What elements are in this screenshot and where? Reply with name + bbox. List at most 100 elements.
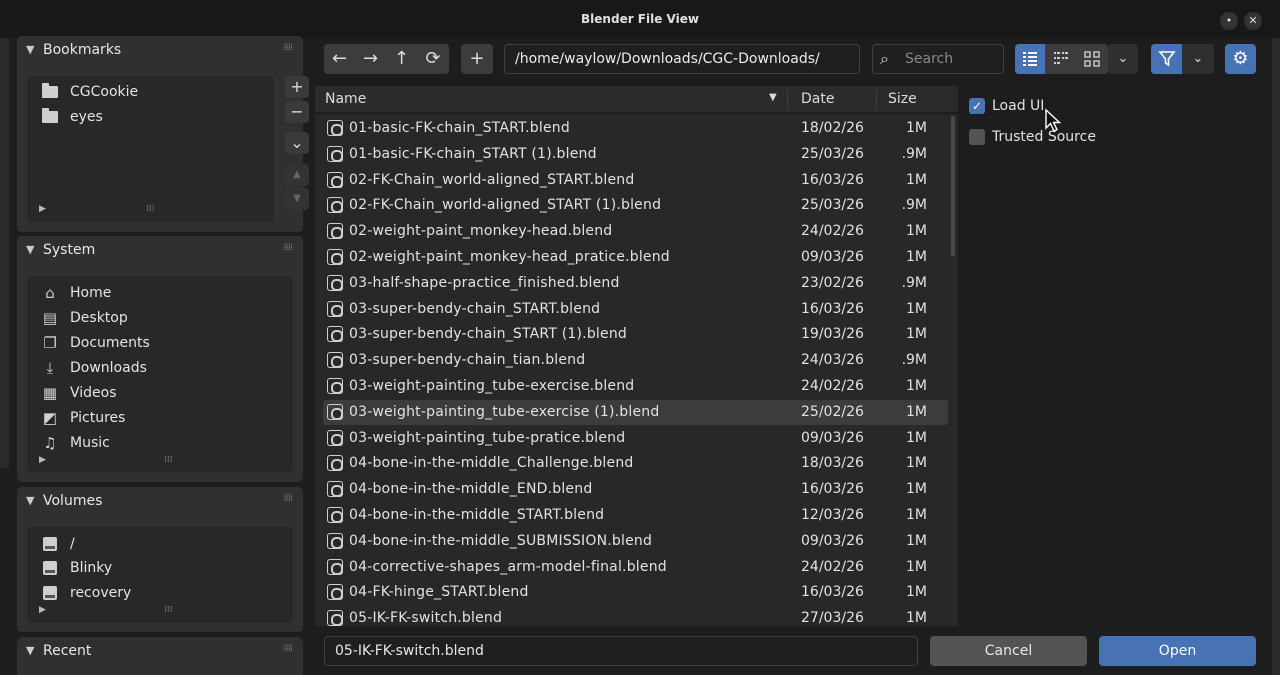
title-bar: Blender File View • ✕ bbox=[0, 0, 1280, 38]
file-row[interactable]: 03-weight-painting_tube-pratice.blend 09/… bbox=[323, 426, 948, 451]
remove-bookmark-button[interactable]: − bbox=[285, 101, 309, 123]
file-name: 03-super-bendy-chain_tian.blend bbox=[349, 352, 586, 369]
filter-icon bbox=[1157, 51, 1176, 67]
image-icon: ◩ bbox=[42, 409, 58, 427]
file-row[interactable]: 03-weight-painting_tube-exercise (1).ble… bbox=[323, 399, 948, 425]
volume-item[interactable]: / bbox=[41, 533, 75, 555]
resize-grip-icon[interactable]: ⁞⁞⁞ bbox=[146, 204, 155, 214]
file-size: .9M bbox=[901, 145, 927, 162]
column-size[interactable]: Size bbox=[888, 91, 917, 107]
file-size: 1M bbox=[906, 378, 927, 394]
close-button[interactable]: ✕ bbox=[1244, 12, 1262, 30]
thumbnails-button[interactable] bbox=[1076, 44, 1108, 74]
expand-arrow-icon[interactable]: ▶ bbox=[39, 605, 46, 615]
drive-icon bbox=[41, 536, 59, 552]
file-row[interactable]: 04-bone-in-the-middle_Challenge.blend 18/… bbox=[323, 451, 948, 476]
column-divider[interactable] bbox=[876, 89, 877, 109]
file-row[interactable]: 05-IK-FK-switch.blend 27/03/26 1M bbox=[323, 606, 948, 626]
drag-handle-icon[interactable]: ⁞⁞⁞⁞ bbox=[283, 242, 293, 253]
load-ui-checkbox[interactable]: ✓ bbox=[969, 98, 985, 114]
file-row[interactable]: 04-FK-hinge_START.blend 16/03/26 1M bbox=[323, 580, 948, 605]
column-divider[interactable] bbox=[787, 89, 788, 109]
drag-handle-icon[interactable]: ⁞⁞⁞⁞ bbox=[283, 42, 293, 53]
trusted-source-checkbox[interactable] bbox=[969, 129, 985, 145]
file-row[interactable]: 03-super-bendy-chain_tian.blend 24/03/26.… bbox=[323, 348, 948, 373]
file-row[interactable]: 01-basic-FK-chain_START.blend 18/02/26 1M bbox=[323, 116, 948, 141]
file-row[interactable]: 03-weight-painting_tube-exercise.blend 24… bbox=[323, 374, 948, 399]
blend-file-icon bbox=[327, 429, 343, 446]
bookmarks-panel: ▼ Bookmarks ⁞⁞⁞⁞ CGCookie eyes ▶ ⁞⁞⁞ + −… bbox=[17, 36, 309, 232]
file-name: 02-FK-Chain_world-aligned_START.blend bbox=[349, 171, 635, 188]
file-row[interactable]: 02-weight-paint_monkey-head.blend 24/02/2… bbox=[323, 219, 948, 244]
display-dropdown[interactable]: ⌄ bbox=[1108, 44, 1138, 74]
file-size: 1M bbox=[906, 120, 927, 136]
parent-directory-button[interactable]: ↑ bbox=[386, 44, 417, 74]
settings-button[interactable]: ⚙ bbox=[1225, 44, 1256, 74]
file-row[interactable]: 02-weight-paint_monkey-head_pratice.blen… bbox=[323, 245, 948, 270]
system-item-downloads[interactable]: ⤓ Downloads bbox=[41, 357, 147, 379]
file-row[interactable]: 04-bone-in-the-middle_END.blend 16/03/26 1… bbox=[323, 477, 948, 502]
column-name[interactable]: Name bbox=[325, 91, 366, 107]
folder-icon bbox=[41, 83, 59, 100]
new-folder-button[interactable]: + bbox=[461, 44, 493, 74]
volume-item[interactable]: Blinky bbox=[41, 557, 112, 579]
resize-grip-icon[interactable]: ⁞⁞⁞ bbox=[164, 455, 173, 465]
filter-dropdown[interactable]: ⌄ bbox=[1182, 44, 1214, 74]
gear-icon: ⚙ bbox=[1232, 48, 1249, 69]
recent-header[interactable]: ▼ Recent ⁞⁞⁞⁞ bbox=[17, 637, 303, 667]
system-item-videos[interactable]: ▦ Videos bbox=[41, 382, 117, 404]
file-row[interactable]: 03-super-bendy-chain_START.blend 16/03/26… bbox=[323, 297, 948, 322]
back-button[interactable]: ← bbox=[324, 44, 355, 74]
directory-path-input[interactable]: /home/waylow/Downloads/CGC-Downloads/ bbox=[504, 44, 860, 74]
bookmark-item[interactable]: CGCookie bbox=[41, 81, 138, 103]
blend-file-icon bbox=[327, 300, 343, 317]
add-bookmark-button[interactable]: + bbox=[285, 76, 309, 98]
load-ui-option[interactable]: ✓ Load UI bbox=[969, 96, 1044, 116]
search-field[interactable]: ⌕ Search bbox=[872, 44, 1004, 74]
file-row[interactable]: 03-super-bendy-chain_START (1).blend 19/0… bbox=[323, 322, 948, 347]
horizontal-list-button[interactable] bbox=[1045, 44, 1076, 74]
drag-handle-icon[interactable]: ⁞⁞⁞⁞ bbox=[283, 643, 293, 654]
system-item-music[interactable]: ♫ Music bbox=[41, 432, 110, 454]
vertical-list-button[interactable] bbox=[1015, 44, 1045, 74]
volumes-header[interactable]: ▼ Volumes ⁞⁞⁞⁞ bbox=[17, 487, 303, 517]
volume-item[interactable]: recovery bbox=[41, 582, 131, 604]
cancel-button[interactable]: Cancel bbox=[930, 636, 1087, 666]
file-row[interactable]: 01-basic-FK-chain_START (1).blend 25/03/2… bbox=[323, 142, 948, 167]
sort-descending-icon[interactable]: ▼ bbox=[769, 92, 777, 103]
filename-input[interactable]: 05-IK-FK-switch.blend bbox=[324, 636, 918, 666]
file-row[interactable]: 04-bone-in-the-middle_START.blend 12/03/2… bbox=[323, 503, 948, 528]
column-date[interactable]: Date bbox=[801, 91, 834, 107]
file-row[interactable]: 03-half-shape-practice_finished.blend 23/… bbox=[323, 271, 948, 296]
video-icon: ▦ bbox=[42, 384, 58, 402]
move-up-button[interactable]: ▲ bbox=[285, 164, 309, 186]
trusted-source-option[interactable]: Trusted Source bbox=[969, 127, 1096, 147]
expand-arrow-icon[interactable]: ▶ bbox=[39, 204, 46, 214]
resize-grip-icon[interactable]: ⁞⁞⁞ bbox=[164, 605, 173, 615]
file-row[interactable]: 02-FK-Chain_world-aligned_START (1).blen… bbox=[323, 193, 948, 218]
drag-handle-icon[interactable]: ⁞⁞⁞⁞ bbox=[283, 493, 293, 504]
bookmark-menu-button[interactable]: ⌄ bbox=[285, 132, 309, 154]
pin-button[interactable]: • bbox=[1220, 12, 1238, 30]
forward-button[interactable]: → bbox=[355, 44, 386, 74]
file-row[interactable]: 02-FK-Chain_world-aligned_START.blend 16/… bbox=[323, 168, 948, 193]
file-size: .9M bbox=[901, 274, 927, 291]
file-row[interactable]: 04-bone-in-the-middle_SUBMISSION.blend 09… bbox=[323, 529, 948, 554]
file-size: .9M bbox=[901, 352, 927, 369]
bookmark-item[interactable]: eyes bbox=[41, 106, 103, 128]
file-date: 24/03/26 bbox=[801, 352, 864, 369]
bookmarks-header[interactable]: ▼ Bookmarks ⁞⁞⁞⁞ bbox=[17, 36, 303, 66]
refresh-button[interactable]: ⟳ bbox=[417, 44, 449, 74]
open-button[interactable]: Open bbox=[1099, 636, 1256, 666]
file-list-scrollbar[interactable] bbox=[951, 116, 955, 256]
system-item-home[interactable]: ⌂ Home bbox=[41, 282, 111, 304]
system-item-desktop[interactable]: ▤ Desktop bbox=[41, 307, 128, 329]
move-down-button[interactable]: ▼ bbox=[285, 188, 309, 210]
system-item-pictures[interactable]: ◩ Pictures bbox=[41, 407, 126, 429]
filter-button[interactable] bbox=[1151, 44, 1182, 74]
file-row[interactable]: 04-corrective-shapes_arm-model-final.ble… bbox=[323, 555, 948, 580]
expand-arrow-icon[interactable]: ▶ bbox=[39, 455, 46, 465]
system-item-documents[interactable]: ❐ Documents bbox=[41, 332, 150, 354]
chevron-down-icon: ▼ bbox=[26, 644, 35, 657]
system-header[interactable]: ▼ System ⁞⁞⁞⁞ bbox=[17, 236, 303, 266]
